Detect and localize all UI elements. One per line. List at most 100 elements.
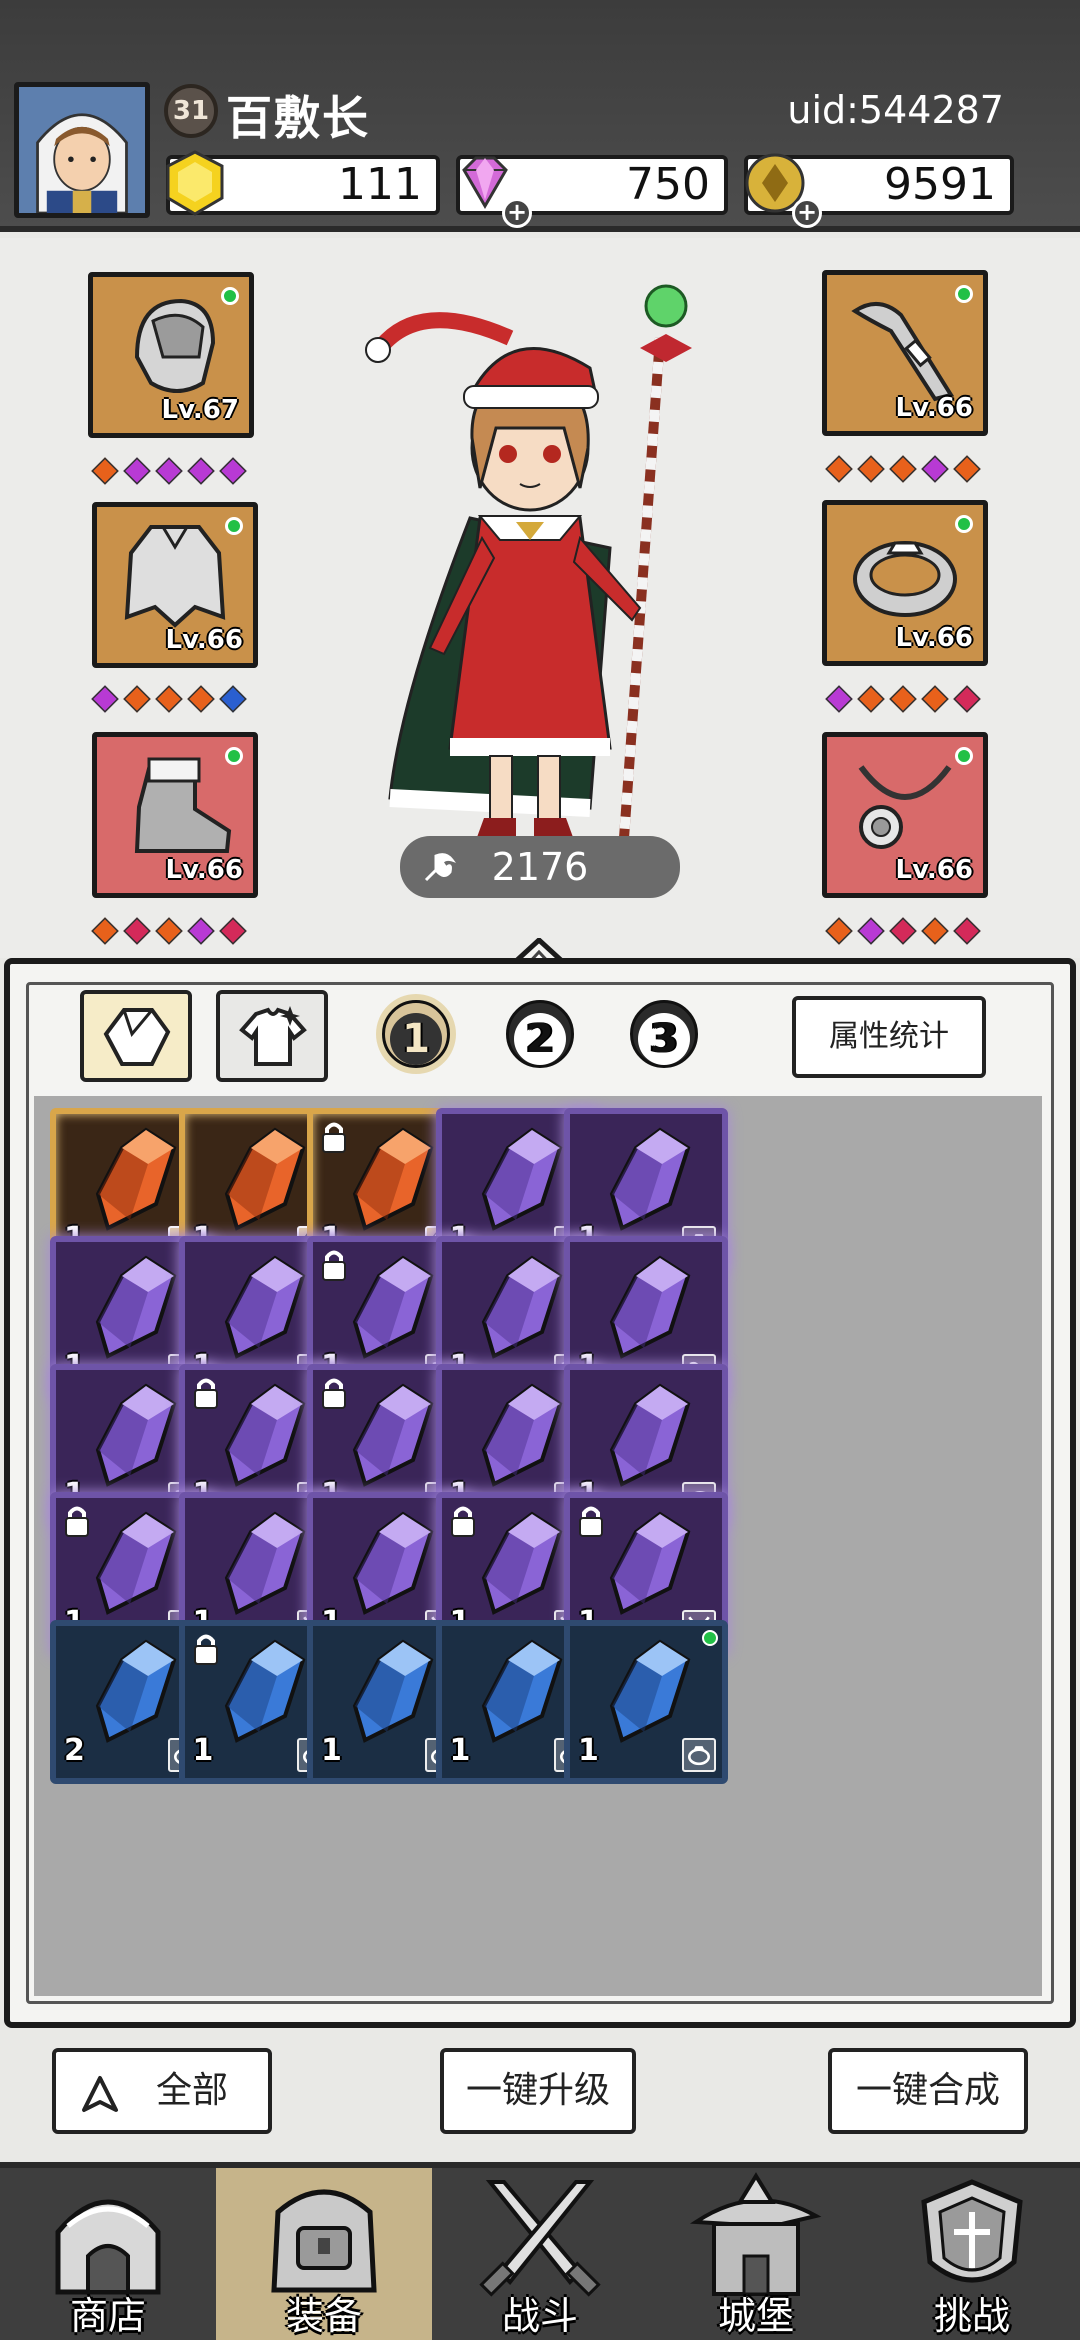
socket-gem <box>825 917 853 945</box>
armor-icon <box>124 525 226 628</box>
crystal-icon <box>95 1127 177 1231</box>
socket-gem <box>187 917 215 945</box>
socket-gem <box>921 685 949 713</box>
crystal-icon <box>95 1255 177 1359</box>
socket-gem <box>857 455 885 483</box>
top-bar: 31 百敷长 uid:544287 111 750 + 9591 + <box>0 0 1080 232</box>
socket-gem <box>123 917 151 945</box>
page-tab-3[interactable]: 3 <box>630 1000 698 1068</box>
merge-all-button[interactable]: 一键合成 <box>828 2048 1028 2134</box>
socket-gem <box>953 917 981 945</box>
tab-gems[interactable] <box>80 990 192 1082</box>
upgrade-dot <box>955 747 973 765</box>
triangle-filter-icon <box>82 2076 118 2112</box>
nav-castle-label: 城堡 <box>717 2294 794 2338</box>
crystal-icon <box>481 1383 562 1487</box>
lock-icon <box>322 1250 346 1281</box>
equip-slot-armor[interactable]: Lv.66 <box>92 502 258 668</box>
nav-shop[interactable]: 商店 <box>0 2168 216 2340</box>
page-tab-1[interactable]: 1 <box>382 1000 450 1068</box>
gold-gem-icon <box>166 150 224 216</box>
socket-gem <box>953 685 981 713</box>
equip-level: Lv.66 <box>165 855 243 885</box>
crystal-icon <box>609 1383 691 1487</box>
gem-quantity: 1 <box>449 1733 471 1768</box>
equip-level: Lv.66 <box>895 855 973 885</box>
lock-icon <box>193 1378 218 1409</box>
gem-slot[interactable]: 1 <box>564 1620 728 1784</box>
gem-row-boots <box>91 917 247 948</box>
page-tab-2[interactable]: 2 <box>506 1000 574 1068</box>
gem-quantity: 1 <box>321 1733 342 1768</box>
socket-gem <box>155 917 183 945</box>
nav-challenge[interactable]: 挑战 <box>864 2168 1080 2340</box>
crystal-icon <box>609 1127 691 1231</box>
equip-slot-boots[interactable]: Lv.66 <box>92 732 258 898</box>
player-level-badge: 31 <box>164 84 218 138</box>
player-avatar[interactable] <box>14 82 150 218</box>
nav-castle[interactable]: 城堡 <box>648 2168 864 2340</box>
socket-gem <box>155 685 183 713</box>
gem-quantity: 1 <box>192 1733 214 1768</box>
power-icon <box>424 853 456 882</box>
shield-icon <box>921 2179 1023 2283</box>
crystal-icon <box>224 1511 305 1615</box>
crystal-icon <box>224 1255 305 1359</box>
socket-gem <box>825 455 853 483</box>
socket-gem <box>91 917 119 945</box>
add-coin-button[interactable]: + <box>792 198 822 228</box>
socket-gem <box>187 685 215 713</box>
filter-all-button[interactable]: 全部 <box>52 2048 272 2134</box>
page-tab-3-label: 3 <box>638 1013 690 1065</box>
combat-power: 2176 <box>400 836 680 898</box>
socket-gem <box>889 917 917 945</box>
crystal-icon <box>95 1511 177 1615</box>
shirt-tab-icon <box>239 1006 307 1066</box>
nav-shop-label: 商店 <box>69 2294 146 2338</box>
add-diamond-button[interactable]: + <box>502 198 532 228</box>
nav-challenge-label: 挑战 <box>933 2294 1010 2338</box>
page-tab-2-label: 2 <box>514 1013 566 1065</box>
socket-gem <box>123 457 151 485</box>
crystal-icon <box>609 1639 691 1743</box>
equip-slot-helmet[interactable]: Lv.67 <box>88 272 254 438</box>
socket-gem <box>857 685 885 713</box>
hero-character[interactable] <box>360 278 730 848</box>
attribute-stats-button[interactable]: 属性统计 <box>792 996 986 1078</box>
socket-gem <box>91 685 119 713</box>
gem-type-badge <box>682 1738 716 1772</box>
gem-row-armor <box>91 685 247 716</box>
upgrade-dot <box>225 517 243 535</box>
equip-slot-weapon[interactable]: Lv.66 <box>822 270 988 436</box>
nav-equipment-label: 装备 <box>285 2294 362 2338</box>
crystal-icon <box>481 1255 562 1359</box>
socket-gem <box>219 685 247 713</box>
socket-gem <box>889 685 917 713</box>
upgrade-all-button[interactable]: 一键升级 <box>440 2048 636 2134</box>
crystal-icon <box>481 1127 562 1231</box>
nav-battle-label: 战斗 <box>501 2294 578 2338</box>
gem-row-necklace <box>825 917 981 948</box>
gem-row-helmet <box>91 457 247 488</box>
equip-slot-necklace[interactable]: Lv.66 <box>822 732 988 898</box>
crystal-icon <box>95 1639 177 1743</box>
helmet-icon <box>134 298 216 393</box>
nav-battle[interactable]: 战斗 <box>432 2168 648 2340</box>
socket-gem <box>123 685 151 713</box>
new-dot <box>702 1630 718 1646</box>
equip-slot-ring[interactable]: Lv.66 <box>822 500 988 666</box>
equip-level: Lv.66 <box>895 623 973 653</box>
tab-costume[interactable] <box>216 990 328 1082</box>
player-name: 百敷长 <box>226 91 370 145</box>
nav-equipment[interactable]: 装备 <box>216 2168 432 2340</box>
upgrade-dot <box>225 747 243 765</box>
equip-level: Lv.66 <box>895 393 973 423</box>
lock-icon <box>193 1634 218 1665</box>
gem-grid[interactable]: 1111111111111111111121111 <box>34 1096 1042 1996</box>
player-uid: uid:544287 <box>787 88 1004 132</box>
bottom-nav: 商店 装备 战斗 城堡 挑战 <box>0 2162 1080 2340</box>
lock-icon <box>322 1378 346 1409</box>
crystal-icon <box>609 1255 691 1359</box>
upgrade-dot <box>221 287 239 305</box>
upgrade-dot <box>955 285 973 303</box>
